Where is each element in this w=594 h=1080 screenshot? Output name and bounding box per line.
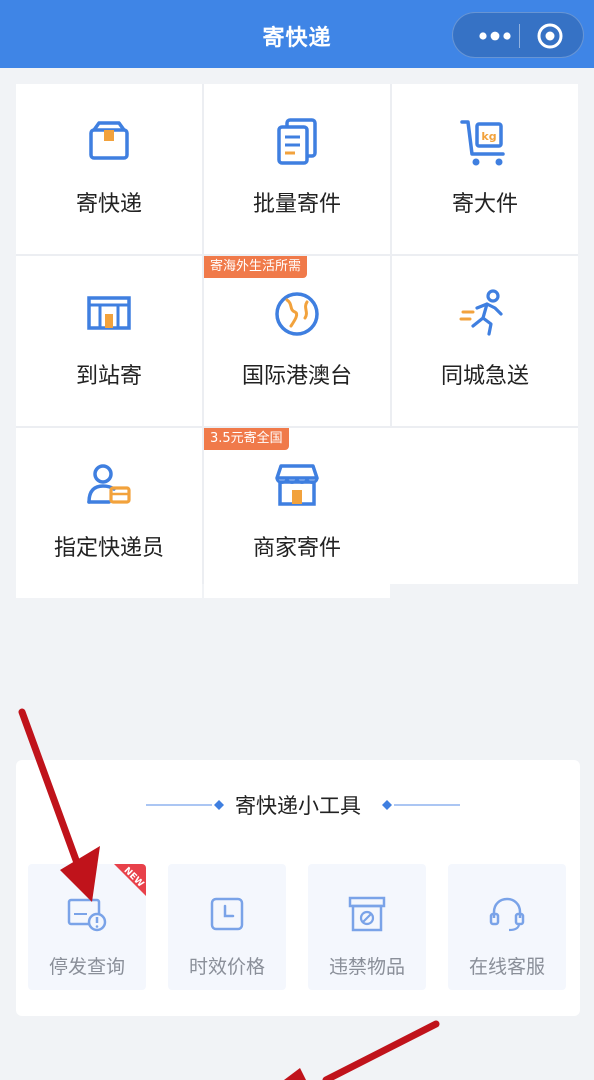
app-header: 寄快递 <box>0 0 594 68</box>
grid-item-merchant-send[interactable]: 商家寄件 <box>204 428 390 598</box>
grid-item-international[interactable]: 国际港澳台 <box>204 256 390 426</box>
grid-item-label: 寄快递 <box>75 192 142 217</box>
promo-badge: 寄海外生活所需 <box>204 256 308 278</box>
grid-item-designated-courier[interactable]: 指定快递员 <box>16 428 202 598</box>
mini-program-capsule <box>452 12 584 58</box>
grid-item-label: 到站寄 <box>75 364 142 389</box>
tool-suspension-check[interactable]: 停发查询 NEW <box>28 864 146 990</box>
grid-item-large-item[interactable]: kg 寄大件 <box>392 84 578 254</box>
annotation-arrow-bottom <box>284 1020 440 1080</box>
tool-label: 在线客服 <box>468 956 545 978</box>
grid-item-same-city[interactable]: 同城急送 <box>392 256 578 426</box>
prohibited-box-icon <box>348 896 386 932</box>
parcel-box-icon <box>89 121 129 160</box>
headset-icon <box>489 897 525 932</box>
tools-section: 寄快递小工具 停发查询 NEW 时效价格 违禁物品 在线客服 <box>16 760 580 1016</box>
capsule-divider <box>519 24 520 48</box>
more-dots-icon[interactable] <box>471 23 519 49</box>
tool-prohibited-items[interactable]: 违禁物品 <box>308 864 426 990</box>
document-stack-icon <box>277 118 317 165</box>
tool-label: 违禁物品 <box>328 956 405 978</box>
service-grid: 寄快递 批量寄件 kg 寄大件 到站寄 国际港澳台 同城急送 指定快递员 商家寄… <box>16 84 578 598</box>
grid-item-label: 批量寄件 <box>252 192 341 217</box>
grid-item-label: 国际港澳台 <box>241 364 352 389</box>
tool-label: 时效价格 <box>188 956 265 978</box>
grid-divider <box>202 84 204 584</box>
grid-divider <box>390 84 392 428</box>
tool-online-service[interactable]: 在线客服 <box>448 864 566 990</box>
grid-item-batch-send[interactable]: 批量寄件 <box>204 84 390 254</box>
svg-text:kg: kg <box>481 130 496 143</box>
grid-item-send-express[interactable]: 寄快递 <box>16 84 202 254</box>
storefront-icon <box>275 464 319 506</box>
grid-item-station-send[interactable]: 到站寄 <box>16 256 202 426</box>
grid-divider <box>16 426 578 428</box>
grid-item-label: 商家寄件 <box>252 536 341 561</box>
grid-item-label: 同城急送 <box>440 364 529 389</box>
tool-timing-price[interactable]: 时效价格 <box>168 864 286 990</box>
tools-title: 寄快递小工具 <box>235 794 361 818</box>
courier-person-icon <box>87 464 131 504</box>
grid-item-label: 寄大件 <box>451 192 518 217</box>
new-badge: NEW <box>114 864 146 896</box>
globe-icon <box>275 292 319 336</box>
kg-cart-icon: kg <box>460 120 505 166</box>
promo-badge: 3.5元寄全国 <box>204 428 289 450</box>
tool-label: 停发查询 <box>48 956 125 978</box>
running-courier-icon <box>459 289 503 336</box>
suspension-check-icon <box>67 898 107 932</box>
clock-icon <box>210 897 244 931</box>
target-close-icon[interactable] <box>535 22 565 50</box>
title-decoration-right <box>382 800 460 810</box>
station-icon <box>87 296 131 330</box>
grid-item-label: 指定快递员 <box>53 536 164 561</box>
